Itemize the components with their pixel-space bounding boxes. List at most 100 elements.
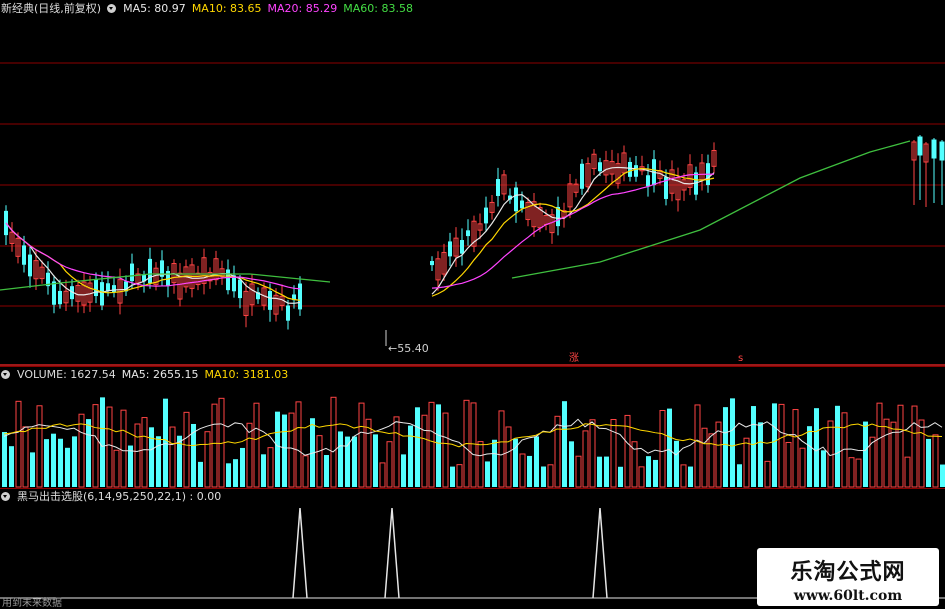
volume-bar-down [373, 434, 378, 487]
volume-bar-down [807, 426, 812, 487]
volume-bar-up [680, 464, 687, 488]
ma60-value: MA60: 83.58 [343, 1, 413, 15]
volume-bar-up [876, 402, 883, 488]
volume-bar-up [764, 460, 771, 488]
volume-bar-down [30, 452, 35, 487]
volume-bar-up [582, 430, 589, 488]
price-title[interactable]: 新经典(日线,前复权) [1, 0, 101, 16]
volume-bar-up [393, 416, 400, 488]
low-price-label: ←55.40 [388, 342, 429, 355]
volume-bar-up [267, 447, 274, 488]
candle-down [268, 291, 272, 310]
volume-bar-up [554, 415, 561, 488]
volume-bar-down [436, 404, 441, 487]
limit-up-marker: 涨 [569, 352, 579, 364]
volume-bar-down [485, 461, 490, 487]
volume-bar-down [646, 456, 651, 487]
volume-bar-down [338, 431, 343, 487]
volume-bar-down [534, 436, 539, 487]
volume-bar-up [78, 413, 85, 488]
volume-bar-down [527, 455, 532, 487]
candle-down [28, 254, 32, 277]
volume-bar-down [261, 454, 266, 487]
volume-bar-up [848, 457, 855, 488]
volume-title: VOLUME: 1627.54 [17, 367, 116, 381]
volume-ma5-line [3, 418, 943, 457]
volume-bar-up [799, 447, 806, 488]
volume-bar-down [723, 407, 728, 487]
candle-down [628, 161, 632, 177]
volume-bar-down [226, 463, 231, 487]
volume-bar-up [708, 433, 715, 488]
volume-bar-down [233, 459, 238, 487]
candle-down [520, 200, 524, 209]
volume-bar-up [575, 455, 582, 488]
candle-down [448, 241, 452, 257]
candle-down [484, 207, 488, 224]
volume-bar-up [22, 426, 29, 488]
candle-down [148, 258, 152, 284]
volume-bar-up [288, 412, 295, 488]
ma10-line [5, 222, 301, 301]
candle-down [634, 165, 638, 177]
volume-chart-panel[interactable]: VOLUME: 1627.54 MA5: 2655.15 MA10: 3181.… [0, 366, 945, 488]
volume-bar-down [275, 411, 280, 487]
candle-down [106, 283, 110, 291]
volume-bar-down [940, 464, 945, 487]
candle-down [100, 282, 104, 306]
candle [917, 136, 923, 156]
volume-bar-up [365, 418, 372, 488]
volume-bar-up [932, 434, 939, 488]
candle-down [130, 263, 134, 282]
volume-bar-up [855, 458, 862, 488]
volume-bar-up [694, 404, 701, 488]
signal-spike [292, 507, 308, 599]
signal-spike [384, 507, 400, 599]
price-chart-panel[interactable]: ←55.40 涨 s 新经典(日线,前复权) MA5: 80.97 MA10: 83… [0, 0, 945, 366]
volume-bar-down [653, 459, 658, 487]
volume-bar-up [183, 411, 190, 488]
volume-bar-up [379, 462, 386, 488]
volume-bar-up [918, 419, 925, 488]
dropdown-icon[interactable] [1, 369, 10, 379]
volume-bar-up [211, 403, 218, 488]
volume-bar-down [240, 447, 245, 487]
volume-bar-down [541, 466, 546, 487]
volume-bar-down [324, 455, 329, 487]
volume-bar-down [51, 433, 56, 487]
volume-bar-up [701, 427, 708, 488]
volume-bar-up [792, 409, 799, 488]
volume-bar-up [316, 435, 323, 488]
volume-bar-down [730, 398, 735, 487]
candle-down [226, 269, 230, 291]
volume-bar-down [926, 438, 931, 487]
volume-bar-down [667, 408, 672, 487]
watermark-url: www.60lt.com [793, 588, 903, 604]
candlestick-chart[interactable]: ←55.40 涨 s [0, 0, 945, 366]
volume-bar-up [470, 402, 477, 488]
volume-bar-down [9, 446, 14, 487]
volume-bar-down [751, 406, 756, 487]
volume-bar-down [128, 445, 133, 487]
ma20-line [5, 222, 301, 290]
dropdown-icon[interactable] [107, 3, 117, 13]
ma20-value: MA20: 85.29 [267, 1, 338, 15]
volume-bar-down [814, 408, 819, 487]
volume-bar-up [911, 405, 918, 488]
candle-down [466, 230, 470, 237]
dropdown-icon[interactable] [1, 491, 10, 501]
candle-down [22, 245, 26, 265]
volume-bar-up [547, 464, 554, 488]
volume-bar-down [737, 464, 742, 487]
volume-bar-up [904, 456, 911, 488]
volume-bar-down [2, 432, 7, 487]
volume-bar-up [36, 405, 43, 488]
volume-bar-up [253, 402, 260, 488]
volume-bar-down [618, 466, 623, 487]
candle [931, 139, 937, 159]
volume-bar-up [246, 422, 253, 488]
volume-bar-up [15, 400, 22, 488]
volume-bar-up [743, 437, 750, 488]
volume-bar-down [408, 425, 413, 487]
volume-chart[interactable] [0, 366, 945, 488]
